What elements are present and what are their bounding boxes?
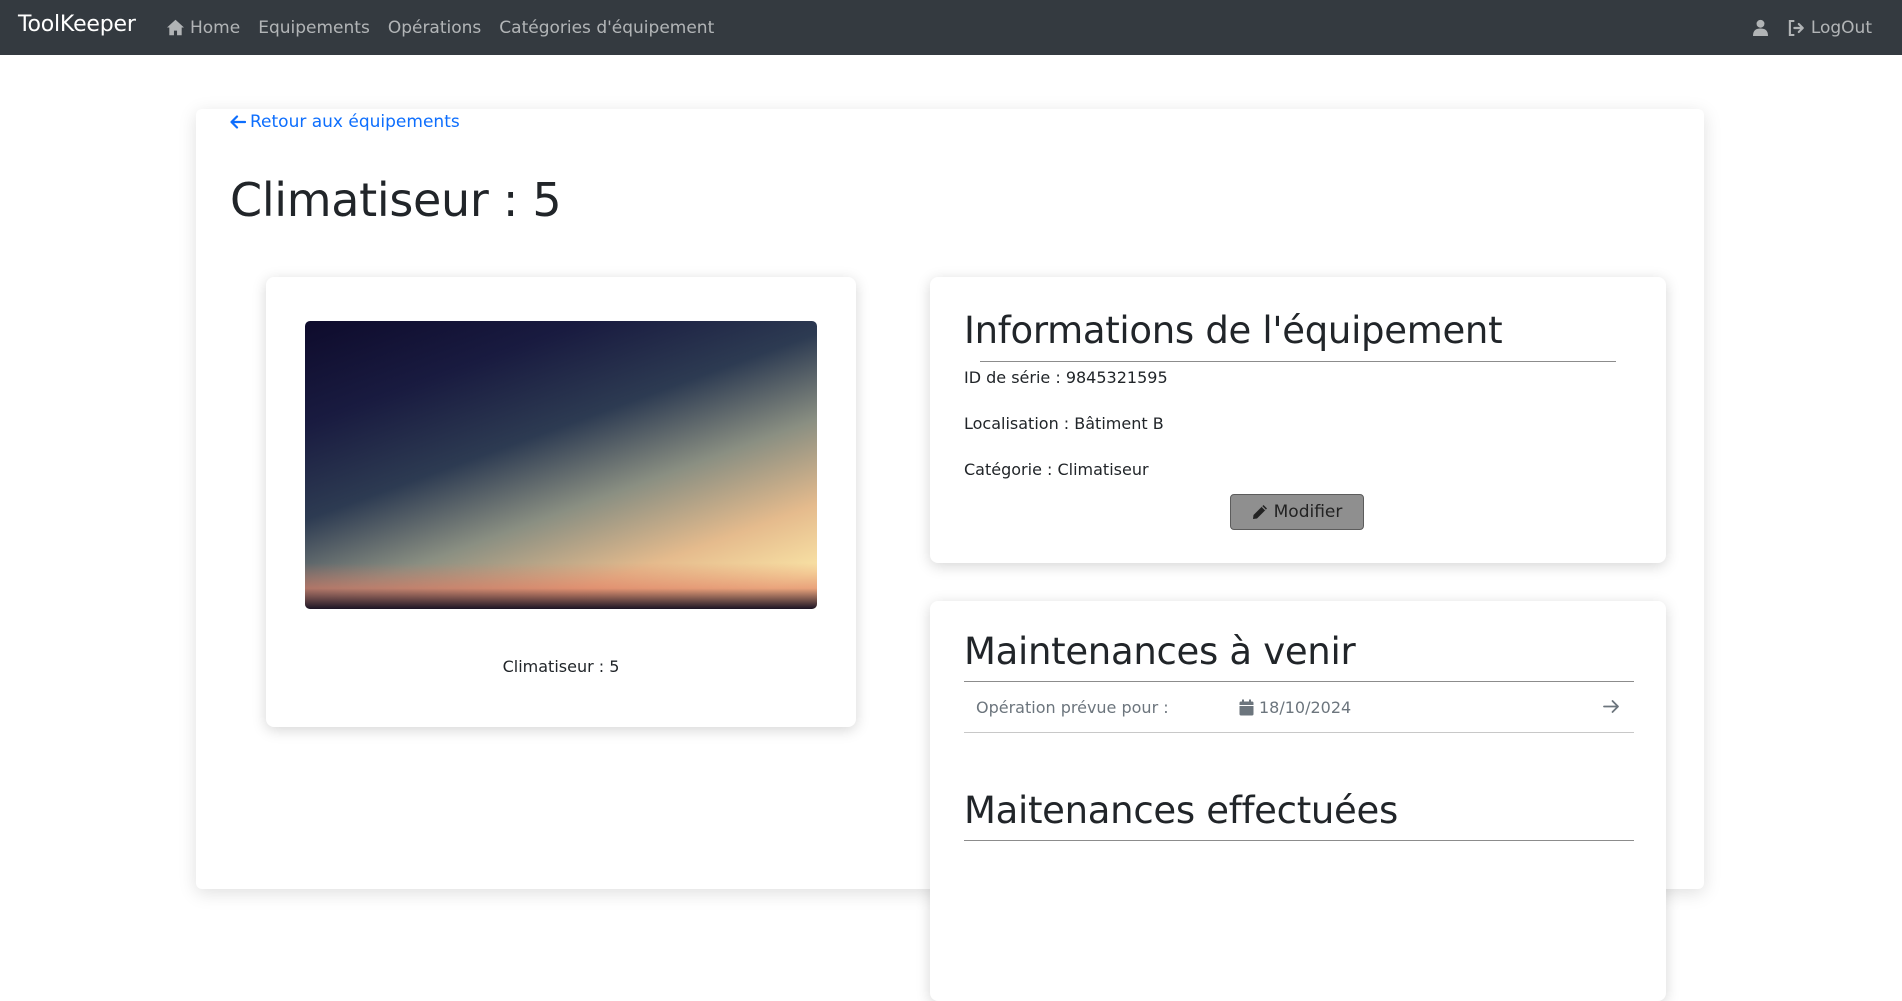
logout-label: LogOut <box>1810 17 1872 38</box>
serial-id: ID de série : 9845321595 <box>964 368 1168 387</box>
nav-link-categories-label: Catégories d'équipement <box>499 17 715 38</box>
nav-link-categories[interactable]: Catégories d'équipement <box>499 18 714 38</box>
pencil-icon <box>1252 505 1267 519</box>
image-caption: Climatiseur : 5 <box>502 657 620 676</box>
upcoming-operation-row[interactable]: Opération prévue pour : 18/10/2024 <box>964 682 1634 733</box>
equipment-detail-container: Retour aux équipements Climatiseur : 5 C… <box>196 109 1704 1001</box>
upcoming-maintenance-title: Maintenances à venir <box>964 630 1356 673</box>
operation-date: 18/10/2024 <box>1239 698 1351 717</box>
arrow-left-icon <box>230 115 246 129</box>
brand-logo[interactable]: ToolKeeper <box>18 12 136 37</box>
divider <box>980 361 1616 362</box>
nav-link-home-label: Home <box>190 17 241 38</box>
calendar-icon <box>1239 699 1254 715</box>
back-to-equipments-link[interactable]: Retour aux équipements <box>230 112 460 132</box>
page-title: Climatiseur : 5 <box>230 173 562 227</box>
nav-right: LogOut <box>1752 0 1872 55</box>
operation-date-value: 18/10/2024 <box>1259 697 1352 717</box>
divider <box>964 840 1634 841</box>
completed-maintenance-title: Maitenances effectuées <box>964 789 1398 832</box>
nav-link-operations[interactable]: Opérations <box>388 18 481 38</box>
logout-button[interactable]: LogOut <box>1788 18 1872 38</box>
home-icon <box>167 19 184 36</box>
info-card-title: Informations de l'équipement <box>964 309 1503 352</box>
operation-label: Opération prévue pour : <box>976 697 1169 717</box>
edit-button[interactable]: Modifier <box>1230 494 1364 530</box>
back-link-label: Retour aux équipements <box>250 112 460 132</box>
location: Localisation : Bâtiment B <box>964 414 1164 433</box>
maintenance-card: Maintenances à venir Opération prévue po… <box>930 601 1666 1001</box>
sign-out-icon <box>1788 19 1804 36</box>
equipment-image-card: Climatiseur : 5 <box>266 277 856 727</box>
nav-link-equipements[interactable]: Equipements <box>258 18 370 38</box>
equipment-image <box>305 321 817 609</box>
top-navbar: ToolKeeper Home Equipements Opérations C… <box>0 0 1902 55</box>
edit-button-label: Modifier <box>1273 502 1343 522</box>
nav-link-equipements-label: Equipements <box>258 17 370 38</box>
nav-link-home[interactable]: Home <box>166 18 240 38</box>
category: Catégorie : Climatiseur <box>964 460 1149 479</box>
equipment-info-card: Informations de l'équipement ID de série… <box>930 277 1666 563</box>
user-icon[interactable] <box>1752 19 1768 36</box>
nav-link-operations-label: Opérations <box>387 17 482 38</box>
nav-links: Home Equipements Opérations Catégories d… <box>166 0 732 55</box>
arrow-right-icon[interactable] <box>1603 699 1620 714</box>
